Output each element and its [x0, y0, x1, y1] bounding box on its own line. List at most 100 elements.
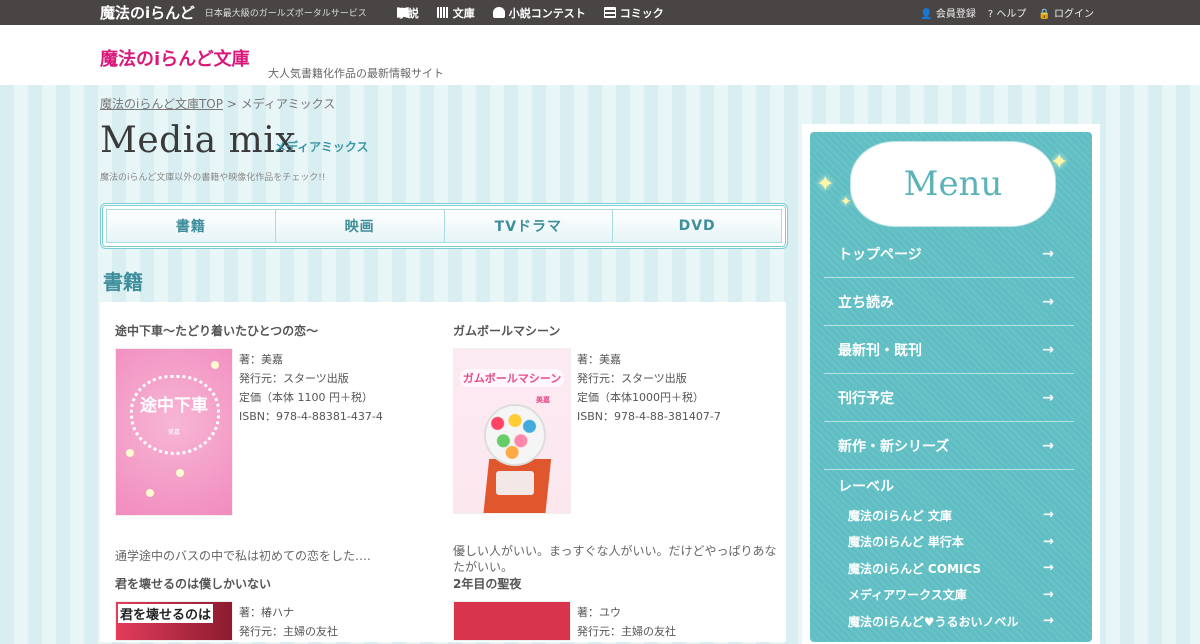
menu-panel: Menu ✦ ✦ ✦ トップページ → 立ち読み → 最新刊・既刊 → 刊行予定 → 新… — [810, 132, 1092, 642]
tab-books[interactable]: 書籍 — [107, 210, 276, 242]
portal-logo[interactable]: 魔法のiらんど — [100, 2, 195, 23]
menu-item-label: 最新刊・既刊 — [838, 342, 922, 359]
book-meta: 著：美嘉 発行元：スターツ出版 定価（本体1000円＋税） ISBN：978-4… — [577, 350, 721, 426]
tab-tv-drama[interactable]: TVドラマ — [444, 210, 614, 242]
register-label: 会員登録 — [935, 9, 976, 20]
comic-icon — [603, 7, 616, 18]
menu-label-item[interactable]: メディアワークス文庫 → — [824, 582, 1074, 609]
side-menu: Menu ✦ ✦ ✦ トップページ → 立ち読み → 最新刊・既刊 → 刊行予定 → 新… — [802, 124, 1100, 644]
section-title: 書籍 — [103, 270, 143, 294]
book-list: 途中下車～たどり着いたひとつの恋～ 途中下車 美嘉 著：美嘉 発行元：スターツ出… — [100, 302, 786, 642]
tab-dvd[interactable]: DVD — [613, 210, 781, 242]
help-link[interactable]: ? ヘルプ — [988, 5, 1027, 20]
page-description: 魔法のiらんど文庫以外の書籍や映像化作品をチェック!! — [100, 173, 326, 183]
book-title[interactable]: 2年目の聖夜 — [453, 575, 783, 592]
menu-item-top[interactable]: トップページ → — [824, 230, 1074, 278]
book-title[interactable]: 途中下車～たどり着いたひとつの恋～ — [115, 322, 445, 339]
sparkle-decoration — [146, 489, 154, 497]
arrow-right-icon: → — [1043, 534, 1054, 550]
book-author: 著：椿ハナ — [239, 606, 294, 619]
cover-title: 途中下車 — [140, 396, 208, 416]
book-item: 2年目の聖夜 著：ユウ 発行元：主婦の友社 — [453, 575, 783, 641]
menu-label-item[interactable]: 魔法のiらんど COMICS → — [824, 555, 1074, 582]
book-author: 著：美嘉 — [577, 353, 621, 366]
site-subtitle: 大人気書籍化作品の最新情報サイト — [268, 67, 444, 80]
help-label: ヘルプ — [996, 9, 1027, 20]
menu-item-label: トップページ — [838, 246, 922, 263]
sparkle-decoration — [211, 361, 219, 369]
nav-bunko[interactable]: 文庫 — [436, 5, 475, 21]
sparkle-star-icon: ✦ — [816, 172, 835, 197]
arrow-right-icon: → — [1042, 245, 1054, 262]
menu-label-text: 魔法のiらんど COMICS — [848, 561, 982, 576]
top-nav: 小説 文庫 小説コンテスト コミック — [396, 5, 664, 21]
book-cover[interactable]: 君を壊せるのは — [115, 601, 233, 641]
book-blurb: 通学途中のバスの中で私は初めての恋をした…. — [115, 549, 371, 563]
book-publisher: 発行元：主婦の友社 — [239, 625, 338, 638]
book-cover[interactable] — [453, 601, 571, 641]
menu-item-schedule[interactable]: 刊行予定 → — [824, 374, 1074, 422]
nav-comic[interactable]: コミック — [603, 5, 664, 21]
login-link[interactable]: 🔒 ログイン — [1038, 5, 1094, 20]
arrow-right-icon: → — [1042, 341, 1054, 358]
book-item: 途中下車～たどり着いたひとつの恋～ 途中下車 美嘉 著：美嘉 発行元：スターツ出… — [115, 322, 445, 563]
menu-item-new-series[interactable]: 新作・新シリーズ → — [824, 422, 1074, 470]
book-cover[interactable]: 途中下車 美嘉 — [115, 348, 233, 516]
arrow-right-icon: → — [1042, 437, 1054, 454]
category-tabs: 書籍 映画 TVドラマ DVD — [100, 203, 788, 249]
nav-contest[interactable]: 小説コンテスト — [492, 5, 586, 21]
nav-novel[interactable]: 小説 — [396, 5, 419, 21]
book-item: ガムボールマシーン ガムボールマシーン 美嘉 著：美嘉 発行元：スターツ出版 定… — [453, 322, 783, 574]
book-publisher: 発行元：主婦の友社 — [577, 625, 676, 638]
book-publisher: 発行元：スターツ出版 — [577, 372, 687, 385]
book-meta: 著：美嘉 発行元：スターツ出版 定価（本体 1100 円＋税） ISBN：978… — [239, 350, 383, 426]
user-nav: 👤 会員登録 ? ヘルプ 🔒 ログイン — [920, 5, 1094, 20]
menu-label-text: 魔法のiらんど 文庫 — [848, 508, 952, 523]
gumball-globe — [484, 404, 546, 466]
arrow-right-icon: → — [1043, 560, 1054, 576]
menu-label-text: 魔法のiらんど♥うるおいノベル — [848, 614, 1019, 629]
cover-title: ガムボールマシーン — [460, 369, 564, 387]
book-meta: 著：ユウ 発行元：主婦の友社 — [577, 603, 676, 641]
menu-item-preview[interactable]: 立ち読み → — [824, 278, 1074, 326]
menu-item-label: 刊行予定 — [838, 390, 894, 407]
breadcrumb-home[interactable]: 魔法のiらんど文庫TOP — [100, 97, 223, 111]
site-logo[interactable]: 魔法のiらんど文庫 — [100, 45, 250, 71]
arrow-right-icon: → — [1043, 613, 1054, 629]
nav-contest-label: 小説コンテスト — [508, 6, 586, 20]
arrow-right-icon: → — [1043, 507, 1054, 523]
tab-movies[interactable]: 映画 — [275, 210, 445, 242]
cover-title: 君を壊せるのは — [118, 604, 214, 623]
register-link[interactable]: 👤 会員登録 — [920, 5, 976, 20]
page-title-ja: メディアミックス — [274, 140, 369, 154]
menu-label-text: メディアワークス文庫 — [848, 588, 967, 603]
book-isbn: ISBN：978-4-88381-437-4 — [239, 410, 383, 423]
breadcrumb-current: メディアミックス — [240, 97, 336, 111]
menu-item-label: 立ち読み — [838, 294, 894, 311]
menu-label-item[interactable]: 魔法のiらんど 文庫 → — [824, 502, 1074, 529]
book-meta: 著：椿ハナ 発行元：主婦の友社 — [239, 603, 338, 641]
portal-tagline: 日本最大級のガールズポータルサービス — [204, 9, 367, 19]
bookshelf-icon — [436, 7, 449, 18]
arrow-right-icon: → — [1042, 293, 1054, 310]
menu-badge: Menu — [855, 146, 1051, 222]
menu-label-item[interactable]: 魔法のiらんど 単行本 → — [824, 529, 1074, 556]
sparkle-star-icon: ✦ — [840, 194, 852, 210]
gumball-machine-slot — [496, 471, 534, 495]
book-title[interactable]: 君を壊せるのは僕しかいない — [115, 575, 445, 592]
book-isbn: ISBN：978-4-88-381407-7 — [577, 410, 721, 423]
menu-item-latest[interactable]: 最新刊・既刊 → — [824, 326, 1074, 374]
arrow-right-icon: → — [1043, 587, 1054, 603]
menu-item-label: 新作・新シリーズ — [838, 438, 950, 455]
menu-label-text: 魔法のiらんど 単行本 — [848, 535, 964, 550]
contest-icon — [492, 7, 505, 18]
book-title[interactable]: ガムボールマシーン — [453, 322, 783, 339]
book-open-icon — [396, 7, 409, 18]
book-cover[interactable]: ガムボールマシーン 美嘉 — [453, 348, 571, 514]
menu-label-item[interactable]: 魔法のiらんど♥うるおいノベル → — [824, 608, 1074, 635]
page-title: Media mix — [100, 120, 297, 161]
book-price: 定価（本体1000円＋税） — [577, 391, 704, 404]
sparkle-decoration — [176, 469, 184, 477]
sparkle-star-icon: ✦ — [1050, 150, 1069, 175]
login-label: ログイン — [1054, 9, 1094, 20]
